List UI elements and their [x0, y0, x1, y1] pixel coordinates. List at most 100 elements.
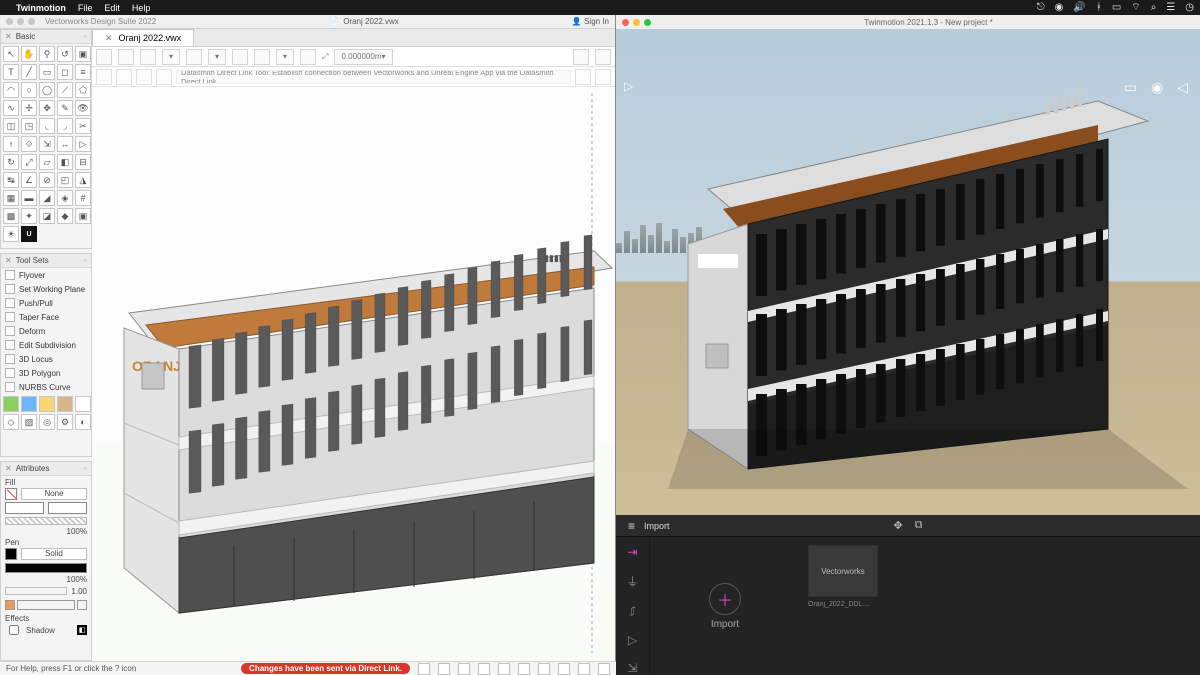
link-icon[interactable]: ⎋ [1037, 0, 1045, 15]
dims-toolset-icon[interactable] [75, 396, 91, 412]
snap-angle-icon[interactable] [478, 663, 490, 675]
traffic-lights[interactable] [622, 19, 651, 26]
snap-intersect-icon[interactable] [498, 663, 510, 675]
rect-tool[interactable]: ▭ [39, 64, 55, 80]
twinmotion-viewport[interactable]: ▷ ▭ ◉ ◁ [616, 29, 1200, 515]
view-select[interactable]: ▾ [162, 49, 180, 65]
visibility-tool[interactable]: 👁 [75, 100, 91, 116]
snap-icon[interactable] [300, 49, 316, 65]
basic-3d-toolset-icon[interactable]: ◇ [3, 414, 19, 430]
snap-smart-icon[interactable] [518, 663, 530, 675]
north-tool[interactable]: ✦ [21, 208, 37, 224]
dimension-tool[interactable]: ↹ [3, 172, 19, 188]
import-category-icon[interactable]: ⇥ [627, 545, 637, 559]
fill-fore-swatch[interactable] [5, 502, 44, 514]
minimize-icon[interactable] [633, 19, 640, 26]
callout-tool[interactable]: ◰ [57, 172, 73, 188]
mirror-tool[interactable]: ▷ [75, 136, 91, 152]
line-style-select[interactable] [17, 600, 75, 610]
wifi-icon[interactable]: ⌔ [1131, 0, 1140, 15]
snap-toggle-icon[interactable] [418, 663, 430, 675]
mech-toolset-icon[interactable]: ⚙ [57, 414, 73, 430]
arc-tool[interactable]: ◠ [3, 82, 19, 98]
class-select[interactable]: ▾ [208, 49, 226, 65]
export-category-icon[interactable]: ⇲ [627, 661, 637, 675]
toolset-nurbs-curve[interactable]: NURBS Curve [1, 380, 91, 394]
snap-tangent-icon[interactable] [578, 663, 590, 675]
pen-type-select[interactable]: Solid [21, 548, 87, 560]
toolset-set-working-plane[interactable]: Set Working Plane [1, 282, 91, 296]
zoom-icon[interactable] [644, 19, 651, 26]
roof-tool[interactable]: ◢ [39, 190, 55, 206]
symbol-tool[interactable]: ◈ [57, 190, 73, 206]
polygon-tool[interactable]: ⬠ [75, 82, 91, 98]
mode-opt2-icon[interactable] [595, 69, 611, 85]
minimize-icon[interactable] [17, 18, 24, 25]
toolset-taper-face[interactable]: Taper Face [1, 310, 91, 324]
tool-sets-header[interactable]: ✕ Tool Sets ▫ [1, 254, 91, 268]
snap-object-icon[interactable] [458, 663, 470, 675]
macos-menubar[interactable]: Twinmotion File Edit Help ⎋ ◉ 🔊 ᚼ ▭ ⌔ ⌕ … [0, 0, 1200, 15]
mode-opt1-icon[interactable] [575, 69, 591, 85]
visual-toolset-icon[interactable]: ◎ [39, 414, 55, 430]
view-cube-icon[interactable] [232, 49, 248, 65]
unreal-datasmith-tool[interactable]: U [21, 226, 37, 242]
wall-tool[interactable]: ▦ [3, 190, 19, 206]
toolset-edit-subdivision[interactable]: Edit Subdivision [1, 338, 91, 352]
render-select[interactable]: ▾ [276, 49, 294, 65]
import-plus-button[interactable]: ＋ [709, 583, 741, 615]
zoom-out-icon[interactable] [140, 49, 156, 65]
link-chain-icon[interactable]: ⧉ [915, 519, 923, 532]
section-tool[interactable]: ◪ [39, 208, 55, 224]
clip-tool[interactable]: ✂ [75, 118, 91, 134]
clock-icon[interactable]: ◷ [1185, 0, 1194, 15]
layer-icon[interactable] [186, 49, 202, 65]
pen-weight-slider[interactable] [5, 587, 67, 595]
flyover-tool[interactable]: ↺ [57, 46, 73, 62]
coord-readout[interactable]: 0.000000m ▾ [334, 49, 392, 65]
freehand-tool[interactable]: ∿ [3, 100, 19, 116]
zoom-in-icon[interactable] [118, 49, 134, 65]
collapse-icon[interactable]: ▫ [84, 464, 87, 473]
stake-tool[interactable]: ◮ [75, 172, 91, 188]
walkthrough-tool[interactable]: ▣ [75, 46, 91, 62]
camera-tool[interactable]: ▣ [75, 208, 91, 224]
number-tool[interactable]: # [75, 190, 91, 206]
volume-icon[interactable]: 🔊 [1073, 0, 1085, 15]
mode-icon[interactable] [96, 69, 112, 85]
eyedropper-tool[interactable]: ✎ [57, 100, 73, 116]
media-category-icon[interactable]: ▷ [628, 633, 637, 647]
rounded-rect-tool[interactable]: ◻ [57, 64, 73, 80]
settings-icon[interactable] [573, 49, 589, 65]
traffic-lights[interactable] [6, 18, 35, 25]
collapse-icon[interactable]: ▫ [84, 256, 87, 265]
locus-tool[interactable]: ✢ [21, 100, 37, 116]
line-end-marker[interactable] [77, 600, 87, 610]
align-tool[interactable]: ⊟ [75, 154, 91, 170]
trim-tool[interactable]: ⟊ [3, 136, 19, 152]
render-tool[interactable]: ◆ [57, 208, 73, 224]
split-tool[interactable]: ⟐ [21, 136, 37, 152]
irrigation-toolset-icon[interactable]: ◐ [75, 414, 91, 430]
collapse-icon[interactable]: ▫ [84, 32, 87, 41]
menu-file[interactable]: File [78, 3, 93, 13]
snap-distance-icon[interactable] [538, 663, 550, 675]
furniture-toolset-icon[interactable] [57, 396, 73, 412]
settings-gear-icon[interactable] [598, 663, 610, 675]
menu-help[interactable]: Help [132, 3, 151, 13]
building-toolset-icon[interactable] [21, 396, 37, 412]
polyline-tool[interactable]: ⟋ [57, 82, 73, 98]
zoom-tool[interactable]: ⚲ [39, 46, 55, 62]
site-toolset-icon[interactable] [3, 396, 19, 412]
fit-icon[interactable] [96, 49, 112, 65]
twinmotion-titlebar[interactable]: Twinmotion 2021.1.3 - New project * [616, 15, 1200, 29]
fillet-tool[interactable]: ◟ [39, 118, 55, 134]
drop-shadow-options-icon[interactable]: ◧ [77, 625, 87, 635]
chamfer-tool[interactable]: ◞ [57, 118, 73, 134]
connect-tool[interactable]: ⇲ [39, 136, 55, 152]
toolset-flyover[interactable]: Flyover [1, 268, 91, 282]
context-category-icon[interactable]: ⏚ [626, 573, 638, 590]
mode-sync-icon[interactable] [116, 69, 132, 85]
vectorworks-viewport[interactable]: ▮▮▮▮▮ ORANJ [92, 87, 615, 661]
sign-in-button[interactable]: 👤 Sign In [572, 17, 609, 26]
